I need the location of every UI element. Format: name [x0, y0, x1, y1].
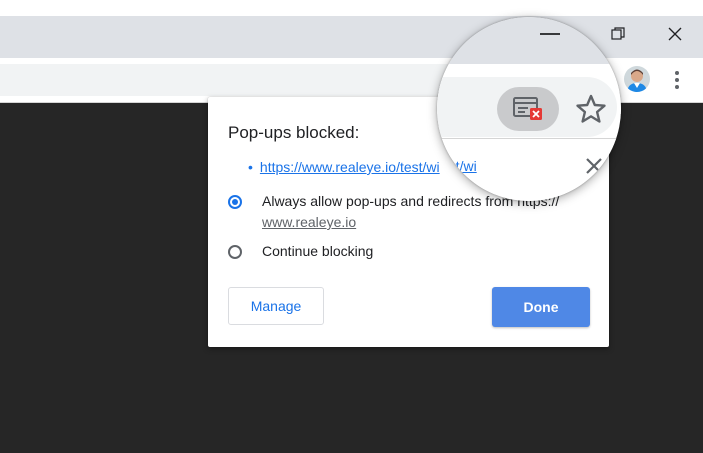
magnified-title-bar — [437, 17, 621, 64]
continue-blocking-label: Continue blocking — [262, 243, 374, 259]
dialog-close-icon[interactable] — [585, 157, 603, 175]
blocked-popup-link[interactable]: https://www.realeye.io/test/wi — [260, 159, 440, 175]
star-icon[interactable] — [575, 93, 607, 125]
always-allow-site: www.realeye.io — [262, 214, 357, 230]
popup-blocked-icon — [513, 97, 542, 120]
always-allow-radio[interactable] — [228, 195, 242, 209]
close-window-button[interactable] — [647, 16, 703, 52]
magnified-link-fragment: test/wi — [437, 158, 477, 174]
magnifier-callout: test/wi — [437, 17, 621, 201]
continue-blocking-radio[interactable] — [228, 245, 242, 259]
manage-button[interactable]: Manage — [228, 287, 324, 325]
continue-blocking-option[interactable]: Continue blocking — [228, 243, 374, 262]
top-strip — [0, 0, 703, 16]
profile-avatar[interactable] — [624, 66, 650, 92]
done-button[interactable]: Done — [492, 287, 590, 327]
dialog-title: Pop-ups blocked: — [228, 123, 360, 142]
kebab-menu-icon[interactable] — [668, 66, 686, 94]
popup-blocked-button[interactable] — [497, 87, 559, 131]
magnified-minimize-icon — [540, 33, 560, 35]
bullet: • — [248, 159, 253, 175]
blocked-popup-item: • https://www.realeye.io/test/wi — [248, 159, 440, 175]
close-icon — [668, 27, 682, 41]
browser-window: Pop-ups blocked: • https://www.realeye.io… — [0, 0, 703, 453]
avatar-icon — [624, 66, 650, 92]
